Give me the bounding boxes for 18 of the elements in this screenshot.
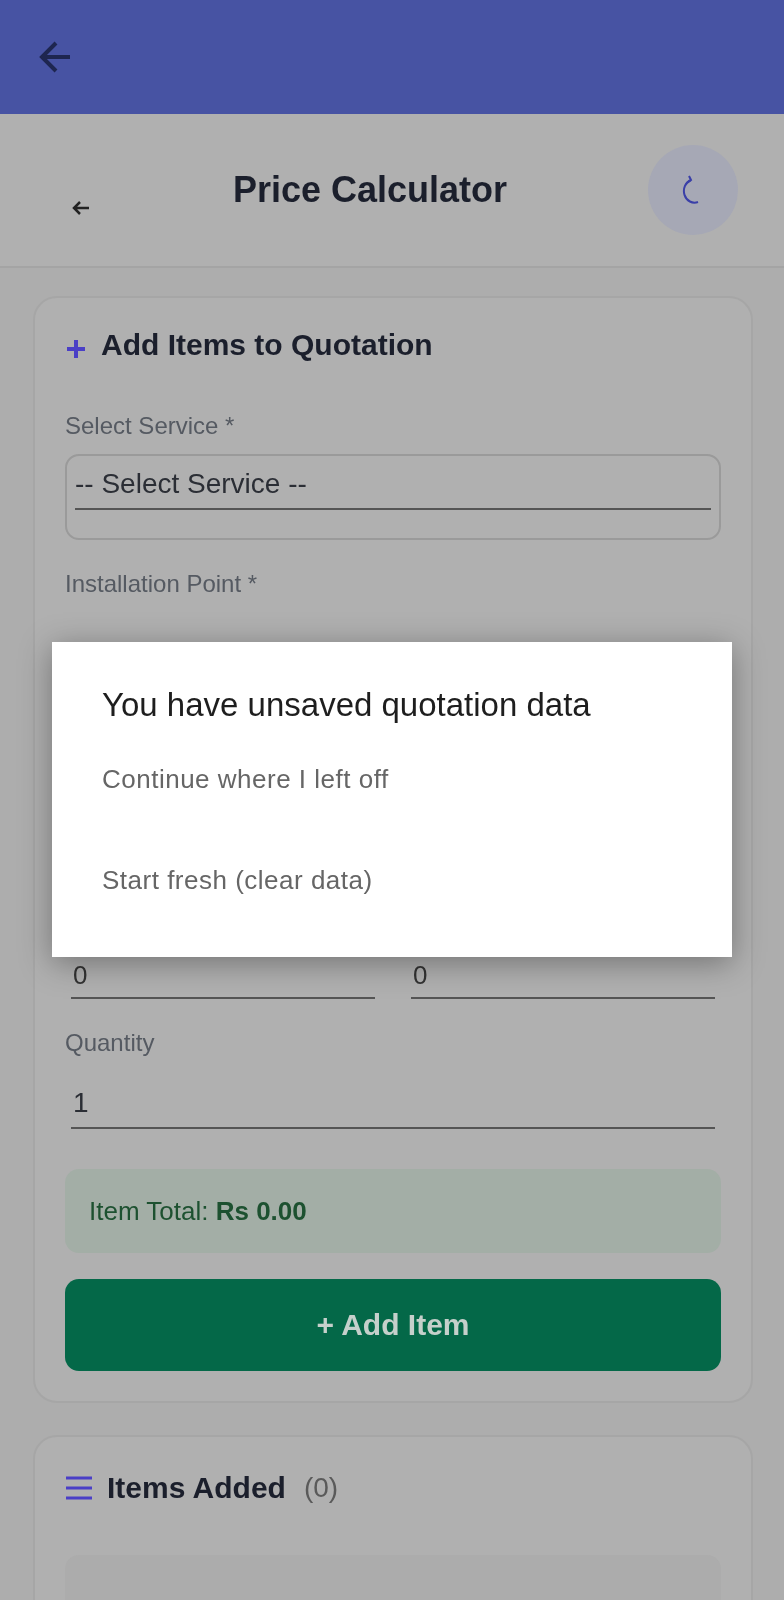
number-field[interactable]: 0 bbox=[411, 960, 715, 999]
dialog-option[interactable]: Start fresh (clear data) bbox=[102, 865, 373, 896]
add-item-button[interactable]: + Add Item bbox=[65, 1279, 721, 1371]
field-label: Select Service * bbox=[65, 412, 236, 440]
number-field[interactable]: 0 bbox=[71, 960, 375, 999]
service-select[interactable]: -- Select Service -- bbox=[65, 454, 721, 540]
dialog-option[interactable]: Continue where I left off bbox=[102, 764, 389, 795]
item-count: (0) bbox=[303, 1472, 339, 1504]
list-icon bbox=[65, 1474, 93, 1502]
item-total: Item Total: Rs 0.00 bbox=[89, 1195, 307, 1227]
quantity-field[interactable]: 1 bbox=[71, 1081, 715, 1129]
dialog-title: You have unsaved quotation data bbox=[102, 686, 592, 724]
page-title: Price Calculator bbox=[232, 169, 508, 211]
plus-icon bbox=[65, 338, 87, 360]
field-label: Installation Point * bbox=[65, 570, 259, 598]
card-title: Items Added bbox=[107, 1471, 286, 1505]
field-label: Quantity bbox=[65, 1029, 156, 1057]
card-title: Add Items to Quotation bbox=[101, 328, 433, 362]
